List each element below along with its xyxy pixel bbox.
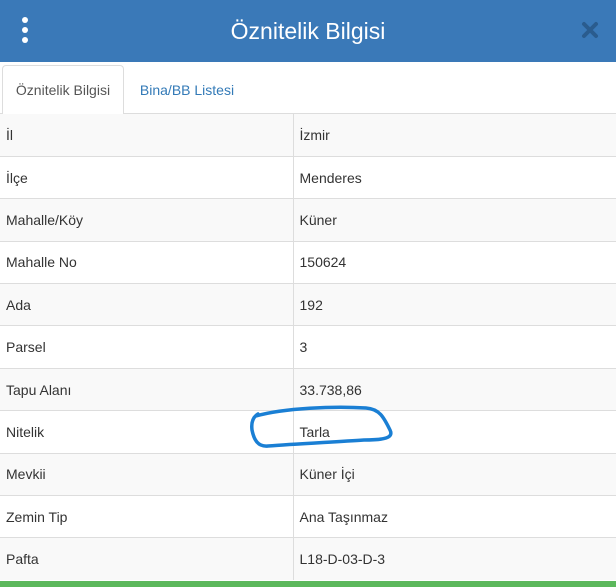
- attribute-value: 150624: [293, 240, 616, 284]
- attribute-key: İlçe: [0, 155, 294, 199]
- close-button[interactable]: [578, 18, 602, 42]
- menu-button[interactable]: [14, 14, 36, 46]
- table-row: İlçe Menderes: [0, 155, 616, 199]
- attribute-value: L18-D-03-D-3: [293, 537, 616, 581]
- attribute-key: Ada: [0, 283, 294, 326]
- tab-bina-bb-listesi[interactable]: Bina/BB Listesi: [124, 65, 250, 115]
- table-row: Mahalle/Köy Küner: [0, 198, 616, 242]
- table-row: Pafta L18-D-03-D-3: [0, 537, 616, 581]
- table-row: İl İzmir: [0, 114, 616, 157]
- table-row: Zemin Tip Ana Taşınmaz: [0, 495, 616, 538]
- attribute-value: Ana Taşınmaz: [293, 495, 616, 538]
- attribute-value: Küner İçi: [293, 452, 616, 496]
- table-row: Tapu Alanı 33.738,86: [0, 367, 616, 411]
- table-row: Mevkii Küner İçi: [0, 452, 616, 496]
- attribute-value: Tarla: [293, 410, 616, 454]
- dialog-header: Öznitelik Bilgisi: [0, 0, 616, 62]
- vertical-ellipsis-icon: [22, 17, 28, 23]
- attribute-key: İl: [0, 114, 294, 157]
- attribute-key: Tapu Alanı: [0, 367, 294, 411]
- vertical-ellipsis-icon: [22, 37, 28, 43]
- table-row: Nitelik Tarla: [0, 410, 616, 454]
- tab-bar: Öznitelik Bilgisi Bina/BB Listesi: [0, 62, 616, 115]
- attribute-value: 192: [293, 283, 616, 326]
- attribute-value: 3: [293, 325, 616, 369]
- close-x-icon: [582, 22, 598, 38]
- attribute-value: Menderes: [293, 155, 616, 199]
- attribute-key: Nitelik: [0, 410, 294, 454]
- attribute-key: Mahalle No: [0, 240, 294, 284]
- vertical-ellipsis-icon: [22, 27, 28, 33]
- tab-oznitelik-bilgisi[interactable]: Öznitelik Bilgisi: [2, 65, 124, 115]
- table-row: Ada 192: [0, 283, 616, 326]
- attribute-key: Mahalle/Köy: [0, 198, 294, 242]
- attribute-key: Pafta: [0, 537, 294, 581]
- attribute-value: Küner: [293, 198, 616, 242]
- table-row: Parsel 3: [0, 325, 616, 369]
- footer-bar: [0, 581, 616, 587]
- attribute-value: İzmir: [293, 114, 616, 157]
- attribute-table: İl İzmir İlçe Menderes Mahalle/Köy Küner…: [0, 114, 616, 581]
- attribute-key: Zemin Tip: [0, 495, 294, 538]
- dialog-title: Öznitelik Bilgisi: [230, 17, 386, 44]
- table-row: Mahalle No 150624: [0, 240, 616, 284]
- attribute-key: Mevkii: [0, 452, 294, 496]
- attribute-value: 33.738,86: [293, 367, 616, 411]
- attribute-key: Parsel: [0, 325, 294, 369]
